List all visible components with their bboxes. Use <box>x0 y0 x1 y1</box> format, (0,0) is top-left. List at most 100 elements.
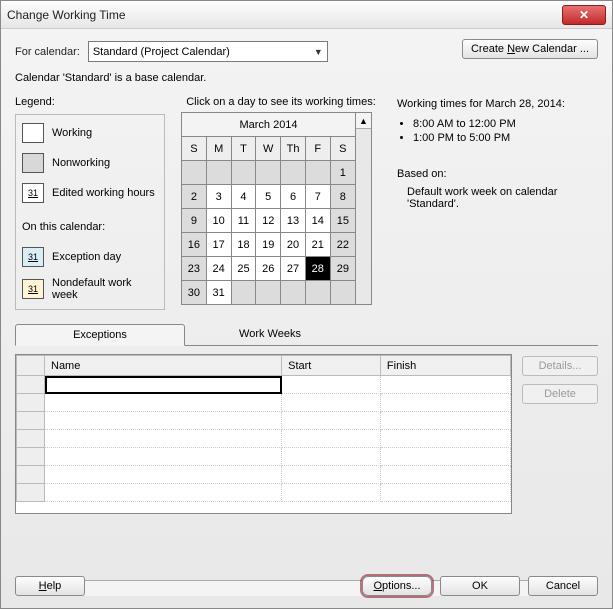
calendar-day[interactable]: 10 <box>206 209 231 233</box>
calendar-day[interactable] <box>256 161 281 185</box>
calendar-day[interactable]: 21 <box>305 233 330 257</box>
cell-name[interactable] <box>45 412 282 430</box>
calendar-day[interactable]: 8 <box>330 185 355 209</box>
row-number[interactable] <box>17 412 45 430</box>
row-number[interactable] <box>17 448 45 466</box>
cell-name[interactable] <box>45 376 282 394</box>
calendar-day[interactable] <box>281 281 306 305</box>
calendar-day[interactable]: 18 <box>231 233 256 257</box>
cell-name[interactable] <box>45 484 282 502</box>
calendar-day[interactable] <box>182 161 207 185</box>
calendar-day[interactable]: 13 <box>281 209 306 233</box>
delete-button[interactable]: Delete <box>522 384 598 404</box>
calendar-day[interactable]: 31 <box>206 281 231 305</box>
cell-start[interactable] <box>282 376 381 394</box>
calendar-day[interactable]: 19 <box>256 233 281 257</box>
calendar-day[interactable]: 25 <box>231 257 256 281</box>
calendar-day[interactable] <box>305 161 330 185</box>
cell-start[interactable] <box>282 394 381 412</box>
row-number[interactable] <box>17 466 45 484</box>
calendar-scrollbar[interactable]: ▲ ▼ <box>356 112 372 305</box>
calendar-day[interactable] <box>256 281 281 305</box>
ok-button[interactable]: OK <box>440 576 520 596</box>
window-title: Change Working Time <box>7 8 126 22</box>
calendar-day[interactable]: 9 <box>182 209 207 233</box>
calendar-day[interactable]: 11 <box>231 209 256 233</box>
calendar-day[interactable]: 22 <box>330 233 355 257</box>
cell-finish[interactable] <box>380 376 510 394</box>
calendar-day[interactable] <box>305 281 330 305</box>
cell-start[interactable] <box>282 484 381 502</box>
row-number[interactable] <box>17 376 45 394</box>
calendar-day[interactable] <box>231 161 256 185</box>
cancel-button[interactable]: Cancel <box>528 576 598 596</box>
row-number[interactable] <box>17 430 45 448</box>
cell-start[interactable] <box>282 466 381 484</box>
calendar-day[interactable]: 24 <box>206 257 231 281</box>
calendar-day[interactable]: 16 <box>182 233 207 257</box>
tab-exceptions[interactable]: Exceptions <box>15 324 185 346</box>
calendar-day[interactable] <box>330 281 355 305</box>
based-on-label: Based on: <box>397 168 598 180</box>
exception-swatch-icon: 31 <box>22 247 44 267</box>
based-on-block: Based on: Default work week on calendar … <box>397 168 598 210</box>
calendar-day[interactable]: 26 <box>256 257 281 281</box>
col-start[interactable]: Start <box>282 356 381 376</box>
calendar-day[interactable] <box>231 281 256 305</box>
calendar-day[interactable]: 5 <box>256 185 281 209</box>
calendar-day[interactable]: 20 <box>281 233 306 257</box>
exceptions-grid[interactable]: Name Start Finish <box>15 354 512 514</box>
cell-start[interactable] <box>282 448 381 466</box>
calendar-day[interactable]: 14 <box>305 209 330 233</box>
calendar-grid[interactable]: March 2014 SMTWThFS 12345678910111213141… <box>181 112 356 305</box>
calendar-day[interactable]: 27 <box>281 257 306 281</box>
calendar-day[interactable]: 1 <box>330 161 355 185</box>
calendar-day[interactable]: 12 <box>256 209 281 233</box>
cell-name[interactable] <box>45 430 282 448</box>
calendar-day[interactable]: 15 <box>330 209 355 233</box>
col-name[interactable]: Name <box>45 356 282 376</box>
nondefault-swatch-icon: 31 <box>22 279 44 299</box>
create-new-calendar-button[interactable]: Create New Calendar ... <box>462 39 598 59</box>
cell-name[interactable] <box>45 394 282 412</box>
calendar-day[interactable]: 17 <box>206 233 231 257</box>
row-number[interactable] <box>17 394 45 412</box>
based-on-text: Default work week on calendar 'Standard'… <box>407 186 598 210</box>
cell-finish[interactable] <box>380 394 510 412</box>
cell-name[interactable] <box>45 466 282 484</box>
options-button[interactable]: Options... <box>362 576 432 596</box>
cell-finish[interactable] <box>380 412 510 430</box>
calendar-day[interactable]: 3 <box>206 185 231 209</box>
cell-finish[interactable] <box>380 448 510 466</box>
calendar-day[interactable] <box>281 161 306 185</box>
working-times-heading: Working times for March 28, 2014: <box>397 98 598 110</box>
help-button[interactable]: Help <box>15 576 85 596</box>
calendar-day[interactable]: 29 <box>330 257 355 281</box>
edited-swatch-icon: 31 <box>22 183 44 203</box>
calendar-day[interactable]: 2 <box>182 185 207 209</box>
calendar-day[interactable]: 6 <box>281 185 306 209</box>
legend-subtitle: On this calendar: <box>22 221 158 233</box>
col-finish[interactable]: Finish <box>380 356 510 376</box>
calendar-day[interactable]: 4 <box>231 185 256 209</box>
cell-finish[interactable] <box>380 466 510 484</box>
row-number[interactable] <box>17 484 45 502</box>
legend-label: Nonworking <box>52 157 110 169</box>
cell-name[interactable] <box>45 448 282 466</box>
details-button[interactable]: Details... <box>522 356 598 376</box>
cell-finish[interactable] <box>380 430 510 448</box>
calendar-day[interactable]: 28 <box>305 257 330 281</box>
scroll-up-icon[interactable]: ▲ <box>356 113 371 129</box>
nonworking-swatch-icon <box>22 153 44 173</box>
close-icon[interactable]: ✕ <box>562 5 606 25</box>
calendar-day[interactable] <box>206 161 231 185</box>
time-slot: 8:00 AM to 12:00 PM <box>413 118 598 130</box>
calendar-day[interactable]: 30 <box>182 281 207 305</box>
cell-start[interactable] <box>282 430 381 448</box>
calendar-day[interactable]: 23 <box>182 257 207 281</box>
calendar-day[interactable]: 7 <box>305 185 330 209</box>
calendar-dropdown[interactable]: Standard (Project Calendar) ▼ <box>88 41 328 62</box>
cell-start[interactable] <box>282 412 381 430</box>
cell-finish[interactable] <box>380 484 510 502</box>
tab-work-weeks[interactable]: Work Weeks <box>185 324 355 346</box>
